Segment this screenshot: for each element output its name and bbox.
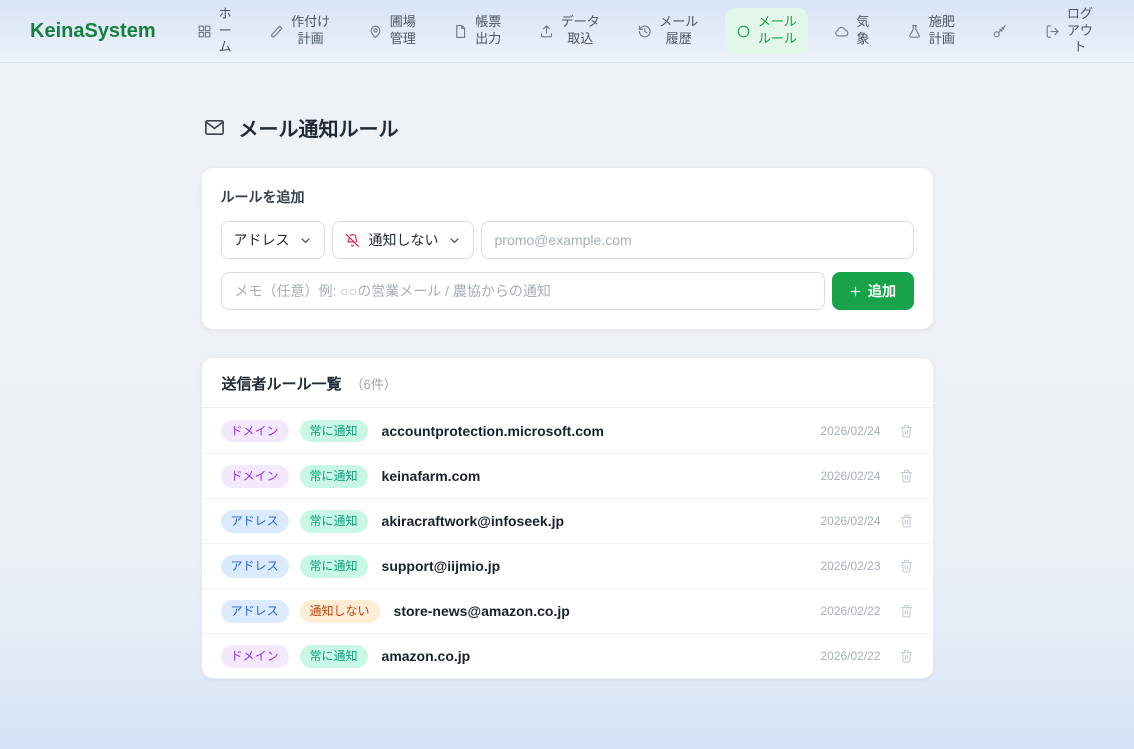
add-rule-row-2: 追加 bbox=[221, 272, 914, 310]
add-rule-row-1: アドレス 通知しない bbox=[221, 221, 914, 259]
rule-value: keinafarm.com bbox=[382, 468, 481, 484]
rule-type-badge: ドメイン bbox=[221, 465, 289, 487]
delete-rule-button[interactable] bbox=[899, 648, 914, 664]
nav-item-planting-plan[interactable]: 作付け 計画 bbox=[258, 8, 341, 54]
nav-item-fertilizer-plan[interactable]: 施肥 計画 bbox=[896, 8, 966, 54]
delete-rule-button[interactable] bbox=[899, 603, 914, 619]
chevron-down-icon bbox=[448, 234, 461, 247]
rule-action-badge: 常に通知 bbox=[300, 465, 368, 487]
rule-value: akiracraftwork@infoseek.jp bbox=[382, 513, 565, 529]
rule-action-select[interactable]: 通知しない bbox=[332, 221, 474, 259]
rule-list-card: 送信者ルール一覧 （6件） ドメイン常に通知accountprotection.… bbox=[201, 357, 934, 679]
grid-icon bbox=[197, 24, 212, 39]
delete-rule-button[interactable] bbox=[899, 513, 914, 529]
rule-row: アドレス常に通知 akiracraftwork@infoseek.jp 2026/0… bbox=[202, 498, 933, 543]
rule-date: 2026/02/22 bbox=[820, 649, 880, 663]
flask-icon bbox=[907, 24, 922, 39]
main-content: メール通知ルール ルールを追加 アドレス 通知しない bbox=[0, 63, 1134, 749]
nav-item-label: メール 履歴 bbox=[659, 14, 698, 48]
page-title-text: メール通知ルール bbox=[239, 113, 399, 142]
rule-type-badge: アドレス bbox=[221, 600, 289, 622]
add-rule-card: ルールを追加 アドレス 通知しない 追加 bbox=[201, 167, 934, 330]
delete-rule-button[interactable] bbox=[899, 423, 914, 439]
nav-item-report-output[interactable]: 帳票 出力 bbox=[442, 8, 512, 54]
bell-off-icon bbox=[345, 233, 360, 248]
plus-icon bbox=[849, 285, 862, 298]
nav-item-mail-rules[interactable]: メール ルール bbox=[725, 8, 808, 54]
nav-item-home[interactable]: ホ ー ム bbox=[186, 0, 243, 62]
upload-icon bbox=[539, 24, 554, 39]
page-title: メール通知ルール bbox=[203, 113, 934, 142]
mail-icon bbox=[203, 116, 226, 139]
nav-menu: ホ ー ム 作付け 計画 圃場 管理 帳票 出力 データ 取込 メール 履歴 メール ルール… bbox=[186, 0, 1104, 62]
rule-value: accountprotection.microsoft.com bbox=[382, 423, 604, 439]
rule-date: 2026/02/24 bbox=[820, 514, 880, 528]
rule-action-select-value: 通知しない bbox=[369, 230, 439, 250]
nav-item-field-management[interactable]: 圃場 管理 bbox=[357, 8, 427, 54]
rule-date: 2026/02/23 bbox=[820, 559, 880, 573]
memo-input[interactable] bbox=[221, 272, 825, 310]
rule-type-badge: アドレス bbox=[221, 555, 289, 577]
nav-item-password-key[interactable] bbox=[981, 18, 1018, 45]
rule-action-badge: 常に通知 bbox=[300, 420, 368, 442]
delete-rule-button[interactable] bbox=[899, 558, 914, 574]
rule-type-select[interactable]: アドレス bbox=[221, 221, 325, 259]
rule-type-badge: ドメイン bbox=[221, 420, 289, 442]
history-icon bbox=[637, 24, 652, 39]
pin-icon bbox=[368, 24, 383, 39]
brand-logo: KeinaSystem bbox=[30, 20, 156, 43]
rule-date: 2026/02/22 bbox=[820, 604, 880, 618]
nav-item-label: 作付け 計画 bbox=[291, 14, 330, 48]
logout-icon bbox=[1045, 24, 1060, 39]
nav-item-mail-history[interactable]: メール 履歴 bbox=[626, 8, 709, 54]
rule-list-header: 送信者ルール一覧 （6件） bbox=[202, 358, 933, 408]
rule-row: ドメイン常に通知 keinafarm.com 2026/02/24 bbox=[202, 453, 933, 498]
cloud-icon bbox=[834, 24, 849, 39]
rule-value: support@iijmio.jp bbox=[382, 558, 501, 574]
pencil-icon bbox=[269, 24, 284, 39]
nav-item-logout[interactable]: ログ アウ ト bbox=[1034, 0, 1104, 62]
rule-action-badge: 常に通知 bbox=[300, 555, 368, 577]
rule-type-badge: アドレス bbox=[221, 510, 289, 532]
rule-date: 2026/02/24 bbox=[820, 469, 880, 483]
rule-row: ドメイン常に通知 amazon.co.jp 2026/02/22 bbox=[202, 633, 933, 678]
nav-item-label: 気 象 bbox=[856, 14, 869, 48]
address-input[interactable] bbox=[481, 221, 914, 259]
nav-item-label: データ 取込 bbox=[561, 14, 600, 48]
delete-rule-button[interactable] bbox=[899, 468, 914, 484]
nav-item-data-import[interactable]: データ 取込 bbox=[528, 8, 611, 54]
nav-item-label: 圃場 管理 bbox=[390, 14, 416, 48]
top-nav: KeinaSystem ホ ー ム 作付け 計画 圃場 管理 帳票 出力 データ 取込 メ… bbox=[0, 0, 1134, 63]
rule-row: アドレス通知しない store-news@amazon.co.jp 2026/02/… bbox=[202, 588, 933, 633]
rule-list-title: 送信者ルール一覧 bbox=[222, 373, 342, 394]
rule-value: store-news@amazon.co.jp bbox=[394, 603, 570, 619]
rule-row: アドレス常に通知 support@iijmio.jp 2026/02/23 bbox=[202, 543, 933, 588]
rule-action-badge: 常に通知 bbox=[300, 645, 368, 667]
rule-date: 2026/02/24 bbox=[820, 424, 880, 438]
rule-action-badge: 通知しない bbox=[300, 600, 380, 622]
rule-row: ドメイン常に通知 accountprotection.microsoft.com 2… bbox=[202, 408, 933, 453]
nav-item-label: 帳票 出力 bbox=[475, 14, 501, 48]
rule-value: amazon.co.jp bbox=[382, 648, 471, 664]
rule-action-badge: 常に通知 bbox=[300, 510, 368, 532]
nav-item-label: メール ルール bbox=[758, 14, 797, 48]
add-rule-heading: ルールを追加 bbox=[221, 187, 914, 207]
chevron-down-icon bbox=[299, 234, 312, 247]
nav-item-label: ホ ー ム bbox=[219, 6, 232, 57]
key-icon bbox=[992, 24, 1007, 39]
nav-item-weather[interactable]: 気 象 bbox=[823, 8, 880, 54]
file-icon bbox=[453, 24, 468, 39]
rule-type-select-value: アドレス bbox=[234, 230, 290, 250]
add-rule-button-label: 追加 bbox=[868, 281, 896, 301]
nav-item-label: ログ アウ ト bbox=[1067, 6, 1093, 57]
rule-list-count: （6件） bbox=[351, 374, 397, 393]
circle-icon bbox=[736, 24, 751, 39]
nav-item-label: 施肥 計画 bbox=[929, 14, 955, 48]
add-rule-button[interactable]: 追加 bbox=[832, 272, 914, 310]
rule-list-body: ドメイン常に通知accountprotection.microsoft.com2… bbox=[202, 408, 933, 678]
rule-type-badge: ドメイン bbox=[221, 645, 289, 667]
